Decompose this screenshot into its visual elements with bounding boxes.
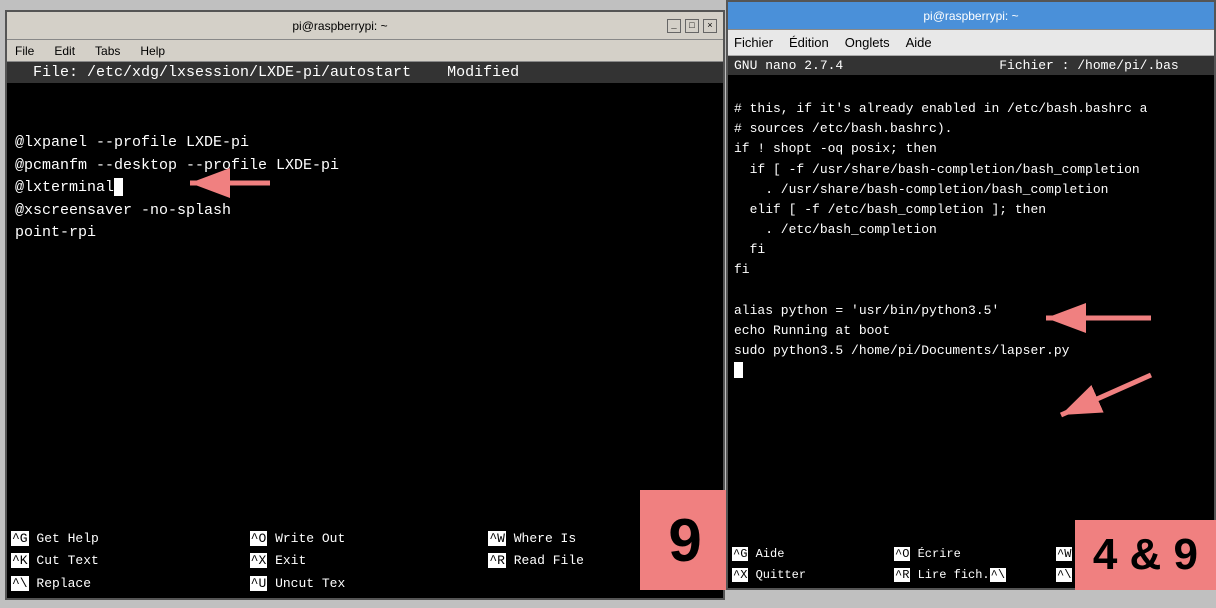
right-cmd-lire[interactable]: ^R Lire fich.^\ [890, 565, 1052, 586]
right-line-13: sudo python3.5 /home/pi/Documents/lapser… [734, 343, 1069, 358]
menu-edition[interactable]: Édition [789, 35, 829, 50]
left-footer: ^G Get Help ^O Write Out ^W Where Is ^K … [7, 526, 723, 598]
right-line-5: . /usr/share/bash-completion/bash_comple… [734, 182, 1108, 197]
window-controls: _ □ × [667, 19, 717, 33]
right-line-10 [734, 282, 742, 297]
left-title: pi@raspberrypi: ~ [13, 19, 667, 33]
right-line-14 [734, 363, 743, 378]
editor-line-5: point-rpi [15, 224, 96, 241]
file-bar: File: /etc/xdg/lxsession/LXDE-pi/autosta… [7, 62, 723, 83]
close-button[interactable]: × [703, 19, 717, 33]
cmd-write-out[interactable]: ^O Write Out [246, 528, 485, 551]
right-titlebar: pi@raspberrypi: ~ [728, 2, 1214, 30]
right-line-3: if ! shopt -oq posix; then [734, 141, 937, 156]
right-cmd-ecrire[interactable]: ^O Écrire [890, 544, 1052, 565]
right-line-9: fi [734, 262, 750, 277]
right-cmd-aide[interactable]: ^G Aide [728, 544, 890, 565]
right-terminal: pi@raspberrypi: ~ Fichier Édition Onglet… [726, 0, 1216, 590]
menu-onglets[interactable]: Onglets [845, 35, 890, 50]
right-line-7: . /etc/bash_completion [734, 222, 937, 237]
right-title: pi@raspberrypi: ~ [734, 9, 1208, 23]
menu-file[interactable]: File [11, 44, 38, 58]
cmd-replace[interactable]: ^\ Replace [7, 573, 246, 596]
left-titlebar: pi@raspberrypi: ~ _ □ × [7, 12, 723, 40]
right-line-11: alias python = 'usr/bin/python3.5' [734, 303, 999, 318]
minimize-button[interactable]: _ [667, 19, 681, 33]
menu-tabs[interactable]: Tabs [91, 44, 124, 58]
editor-line-blank [15, 112, 24, 129]
badge-4-and-9: 4 & 9 [1075, 520, 1216, 590]
menu-aide[interactable]: Aide [906, 35, 932, 50]
left-editor[interactable]: @lxpanel --profile LXDE-pi @pcmanfm --de… [7, 83, 723, 526]
editor-line-2: @pcmanfm --desktop --profile LXDE-pi [15, 157, 339, 174]
cmd-get-help[interactable]: ^G Get Help [7, 528, 246, 551]
cmd-exit[interactable]: ^X Exit [246, 550, 485, 573]
right-line-2: # sources /etc/bash.bashrc). [734, 121, 952, 136]
editor-line-1: @lxpanel --profile LXDE-pi [15, 134, 249, 151]
left-terminal: pi@raspberrypi: ~ _ □ × File Edit Tabs H… [5, 10, 725, 600]
right-nano-header: GNU nano 2.7.4 Fichier : /home/pi/.bas [728, 56, 1214, 75]
menu-edit[interactable]: Edit [50, 44, 79, 58]
right-line-8: fi [734, 242, 765, 257]
right-cmd-quitter[interactable]: ^X Quitter [728, 565, 890, 586]
right-menubar: Fichier Édition Onglets Aide [728, 30, 1214, 56]
editor-line-3: @lxterminal [15, 179, 123, 196]
right-editor[interactable]: # this, if it's already enabled in /etc/… [728, 75, 1214, 542]
right-line-12: echo Running at boot [734, 323, 890, 338]
menu-help[interactable]: Help [136, 44, 169, 58]
badge-9: 9 [640, 490, 730, 590]
cmd-cut-text[interactable]: ^K Cut Text [7, 550, 246, 573]
maximize-button[interactable]: □ [685, 19, 699, 33]
right-line-4: if [ -f /usr/share/bash-completion/bash_… [734, 162, 1140, 177]
right-line-6: elif [ -f /etc/bash_completion ]; then [734, 202, 1046, 217]
menu-fichier[interactable]: Fichier [734, 35, 773, 50]
cmd-uncut[interactable]: ^U Uncut Tex [246, 573, 485, 596]
right-line-1: # this, if it's already enabled in /etc/… [734, 101, 1147, 116]
left-menubar: File Edit Tabs Help [7, 40, 723, 62]
editor-line-4: @xscreensaver -no-splash [15, 202, 231, 219]
left-terminal-content: File: /etc/xdg/lxsession/LXDE-pi/autosta… [7, 62, 723, 598]
